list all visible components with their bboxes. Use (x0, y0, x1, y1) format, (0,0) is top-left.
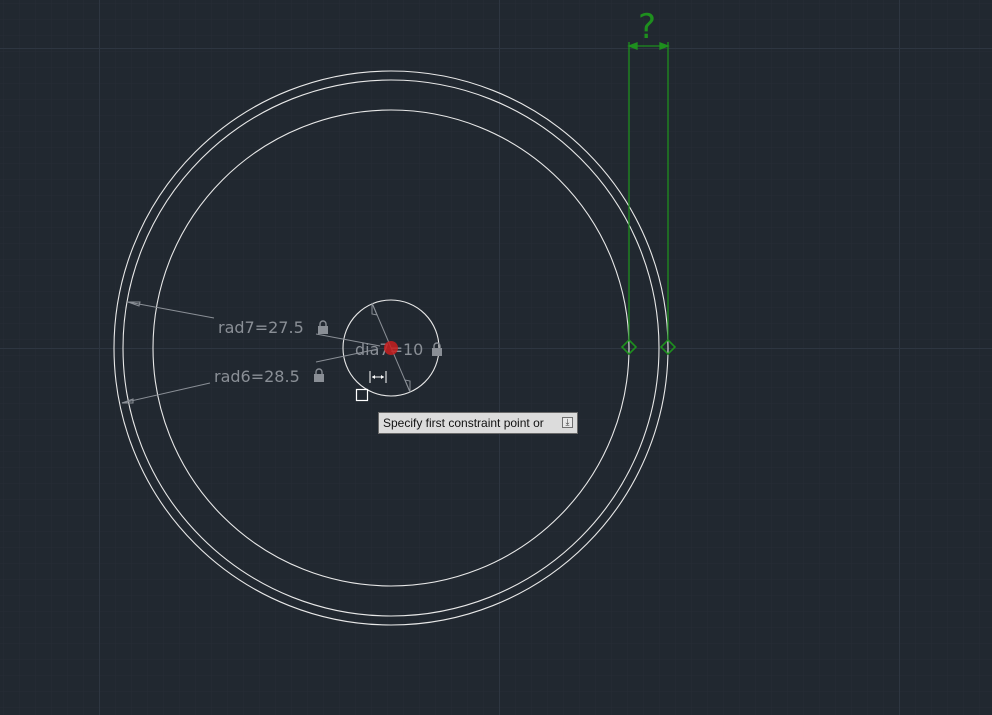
command-prompt-tooltip: Specify first constraint point or ⤓ (378, 412, 578, 434)
horizontal-dimension-cursor-icon (369, 371, 387, 383)
rad7-label: rad7=27.5 (218, 318, 304, 337)
drawing-svg[interactable]: rad7=27.5 rad6=28.5 dia7=10 (0, 0, 992, 715)
drawing-canvas[interactable]: rad7=27.5 rad6=28.5 dia7=10 (0, 0, 992, 715)
pending-dimension-label: ? (638, 7, 656, 47)
center-marker[interactable] (384, 341, 398, 355)
rad6-label: rad6=28.5 (214, 367, 300, 386)
download-arrow-icon[interactable]: ⤓ (562, 417, 573, 428)
grid-minor (0, 0, 992, 715)
tooltip-prompt-text: Specify first constraint point or (383, 416, 544, 430)
